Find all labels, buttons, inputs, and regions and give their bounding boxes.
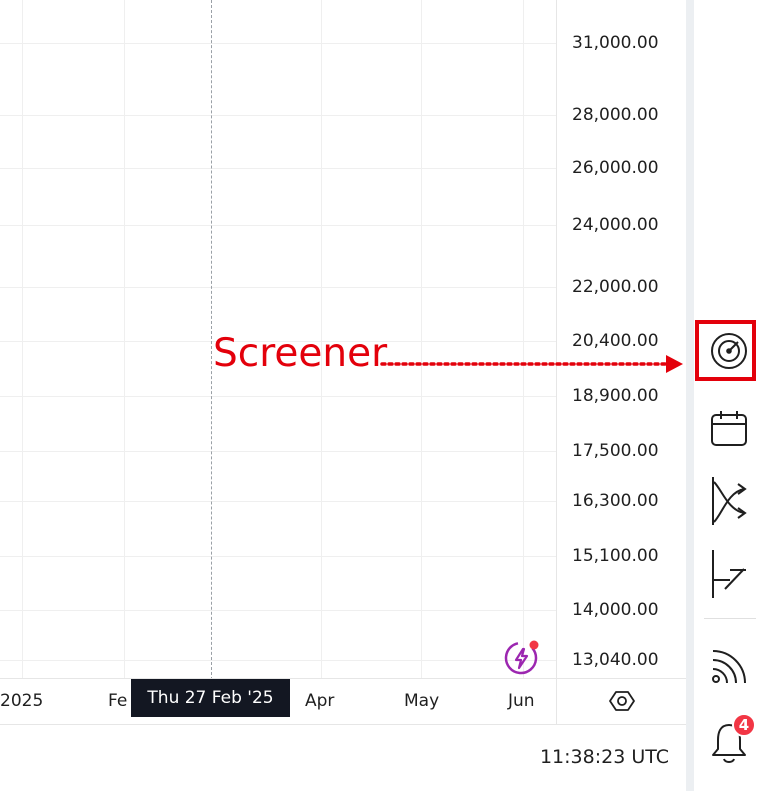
crosshair-date-label: Thu 27 Feb '25	[131, 679, 290, 717]
grid-line	[0, 168, 556, 169]
pine-editor-button[interactable]	[696, 541, 762, 607]
grid-line	[421, 0, 422, 678]
time-label: Apr	[305, 691, 335, 711]
price-label: 16,300.00	[572, 491, 659, 511]
calendar-button[interactable]	[696, 395, 762, 461]
grid-line	[0, 225, 556, 226]
panel-divider[interactable]	[686, 0, 694, 791]
grid-line	[0, 556, 556, 557]
grid-line	[0, 610, 556, 611]
time-label: Fe	[108, 691, 128, 711]
grid-line	[0, 43, 556, 44]
calendar-icon	[711, 411, 747, 446]
price-label: 17,500.00	[572, 441, 659, 461]
broadcast-icon	[712, 650, 746, 684]
grid-line	[0, 451, 556, 452]
bottom-status-bar: 11:38:23 UTC	[0, 724, 686, 791]
price-label: 28,000.00	[572, 105, 659, 125]
price-label: 22,000.00	[572, 277, 659, 297]
options-button[interactable]	[696, 468, 762, 534]
annotation-label: Screener	[213, 331, 388, 376]
price-label: 14,000.00	[572, 600, 659, 620]
price-label: 18,900.00	[572, 386, 659, 406]
pine-script-icon	[712, 550, 746, 598]
notification-count-badge: 4	[732, 713, 756, 737]
broadcast-button[interactable]	[696, 633, 762, 699]
price-scale[interactable]: 31,000.00 28,000.00 26,000.00 24,000.00 …	[556, 0, 687, 678]
price-label: 13,040.00	[572, 650, 659, 670]
chart-settings-button[interactable]	[556, 678, 687, 724]
time-label: May	[404, 691, 440, 711]
grid-line	[523, 0, 524, 678]
grid-line	[124, 0, 125, 678]
right-toolbar	[694, 0, 764, 791]
gear-icon	[609, 691, 635, 711]
chart-window: 31,000.00 28,000.00 26,000.00 24,000.00 …	[0, 0, 764, 791]
price-label: 31,000.00	[572, 33, 659, 53]
toolbar-divider	[704, 618, 756, 619]
price-label: 26,000.00	[572, 158, 659, 178]
grid-line	[0, 115, 556, 116]
grid-line	[22, 0, 23, 678]
annotation-arrow	[380, 355, 683, 373]
grid-line	[0, 396, 556, 397]
grid-line	[0, 660, 556, 661]
grid-line	[0, 501, 556, 502]
crosshair-vertical-line	[211, 0, 212, 680]
lightning-icon[interactable]	[503, 638, 541, 676]
price-label: 24,000.00	[572, 215, 659, 235]
price-label: 15,100.00	[572, 546, 659, 566]
screener-highlight-box	[695, 320, 756, 381]
time-label: 2025	[0, 691, 44, 711]
options-icon	[712, 477, 747, 525]
grid-line	[0, 287, 556, 288]
clock[interactable]: 11:38:23 UTC	[540, 746, 669, 768]
time-label: Jun	[508, 691, 535, 711]
price-label: 20,400.00	[572, 331, 659, 351]
